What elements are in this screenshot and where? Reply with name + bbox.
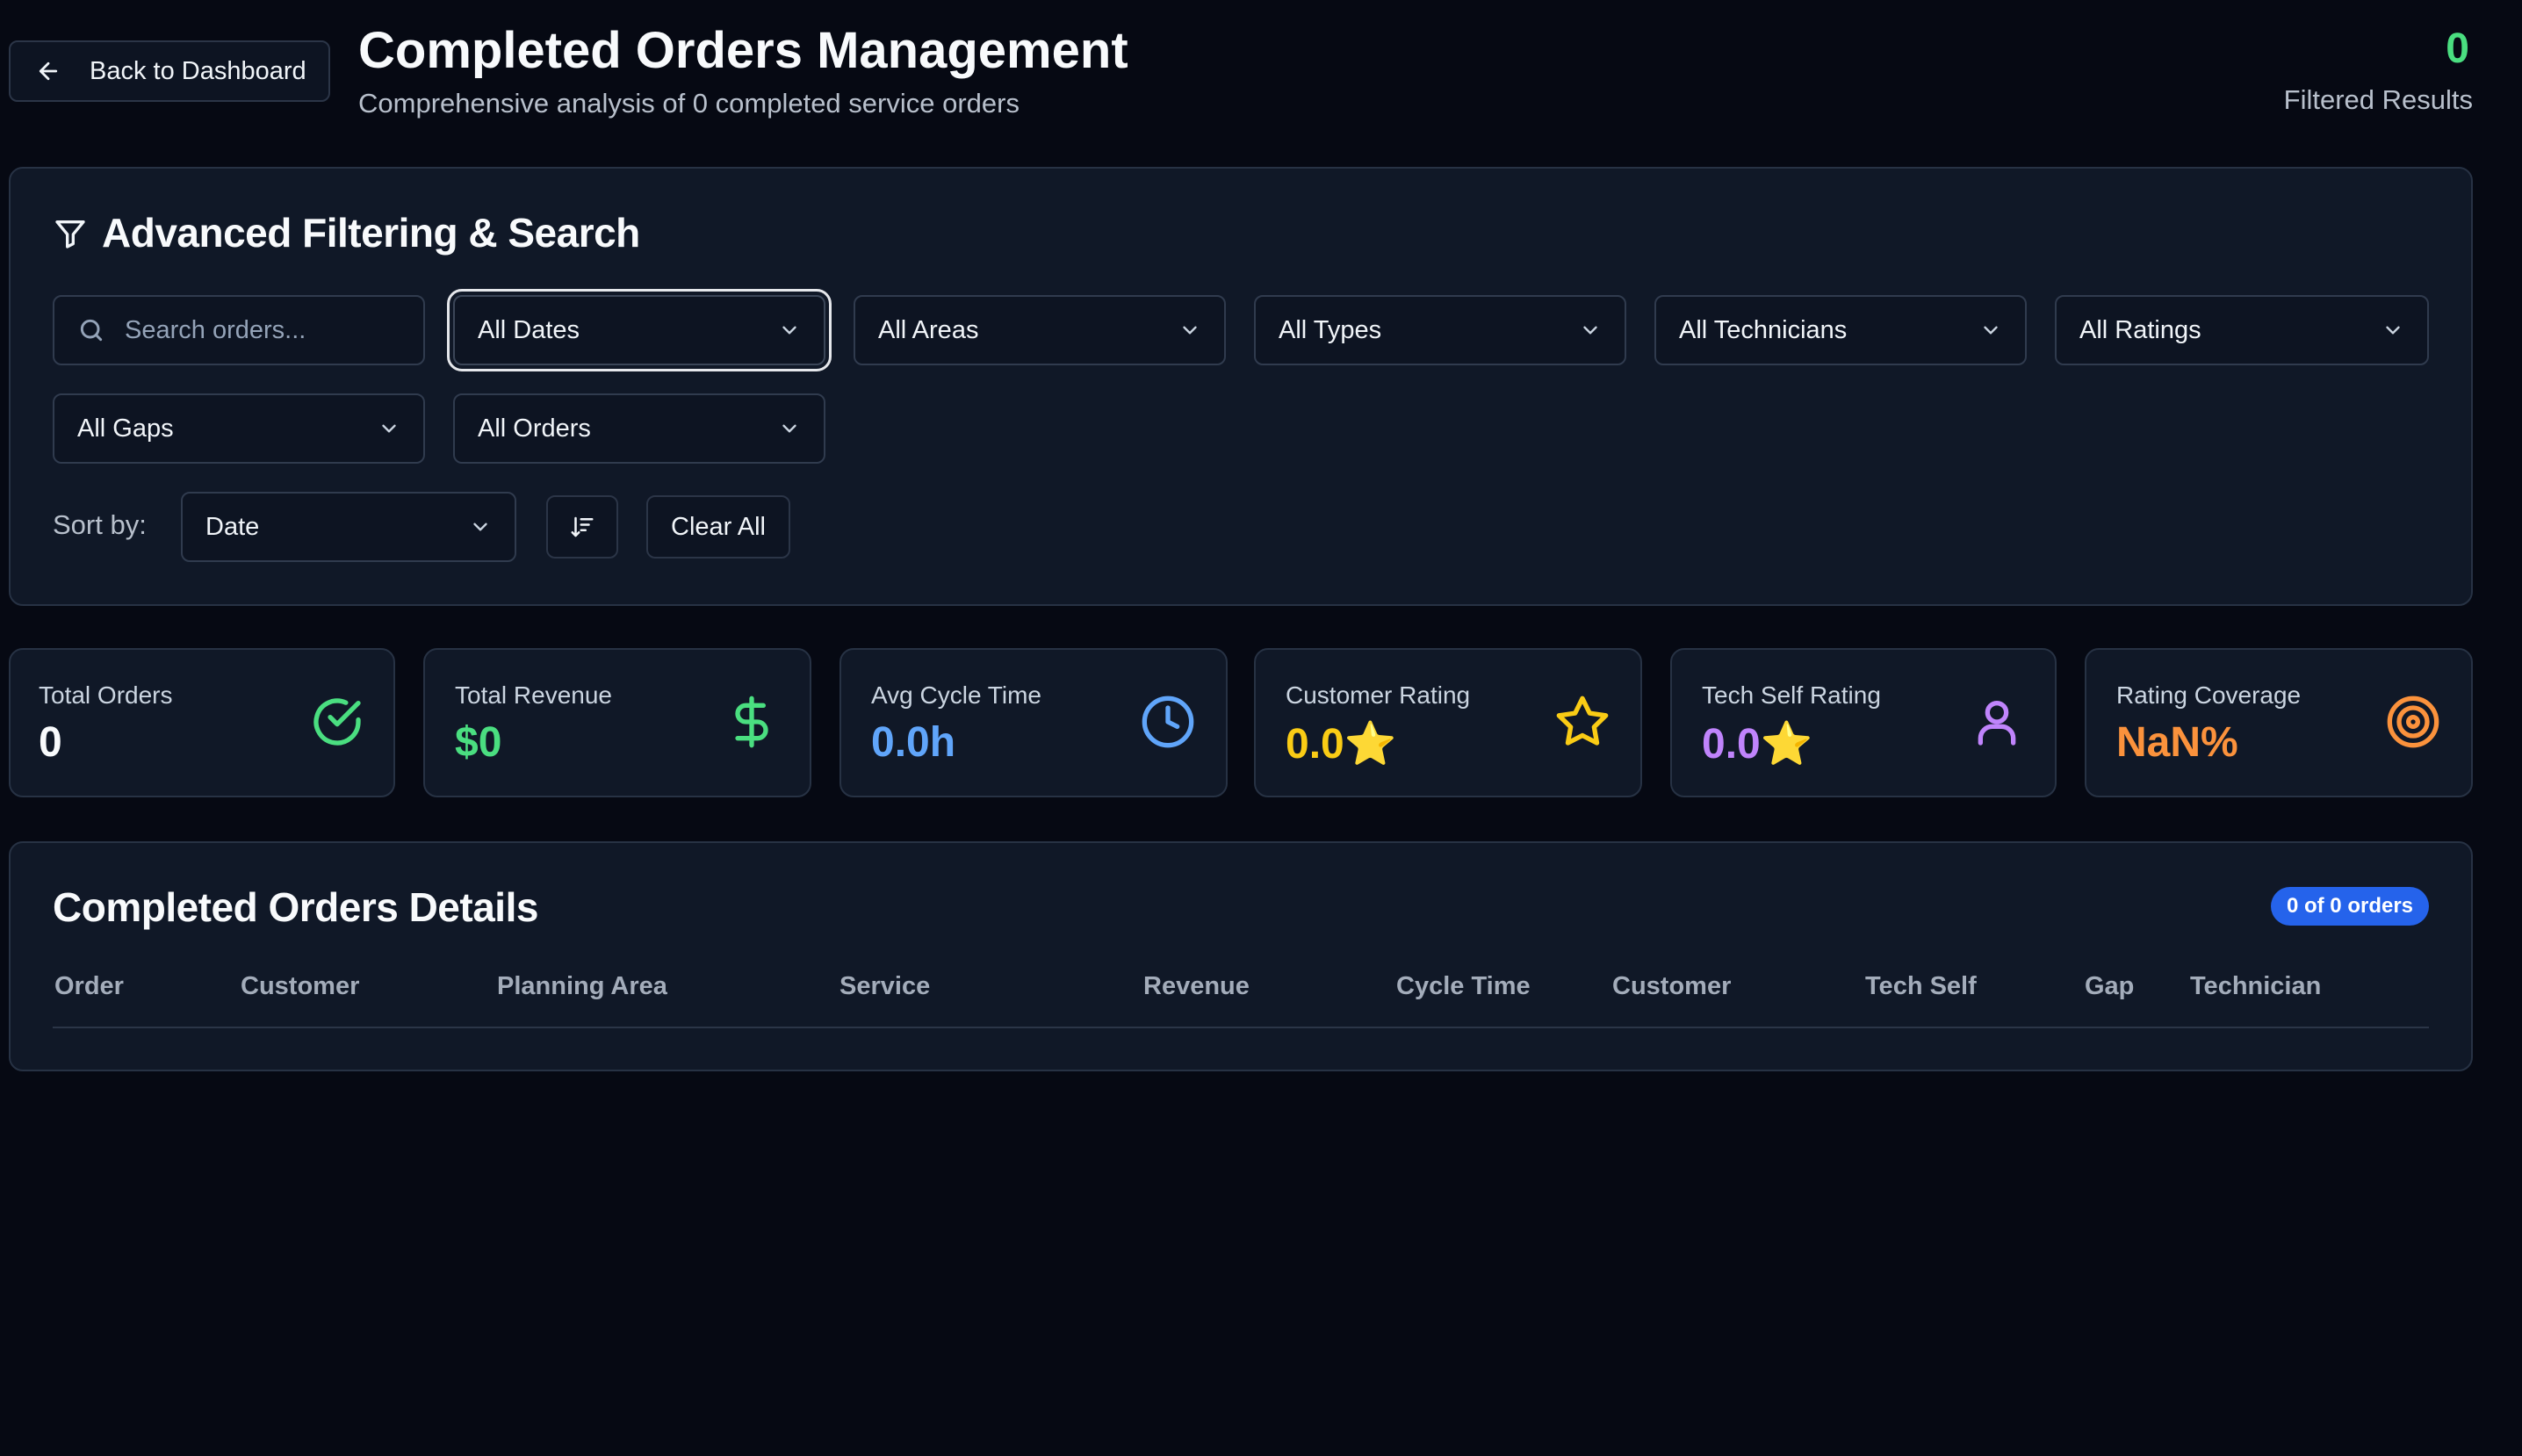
orders-select[interactable]: All Orders xyxy=(453,393,825,464)
page-title: Completed Orders Management xyxy=(358,22,1128,79)
column-header-revenue: Revenue xyxy=(1143,972,1250,1000)
ratings-select-value: All Ratings xyxy=(2079,315,2201,344)
dates-select-value: All Dates xyxy=(478,315,580,344)
column-header-gap: Gap xyxy=(2085,972,2135,1000)
gaps-select-value: All Gaps xyxy=(77,414,174,443)
stat-label: Total Orders xyxy=(39,681,173,709)
sort-descending-icon xyxy=(569,514,595,540)
stat-card-avg-cycle-time: Avg Cycle Time 0.0h xyxy=(839,648,1228,797)
table-title: Completed Orders Details xyxy=(53,884,538,930)
sort-select[interactable]: Date xyxy=(181,492,516,562)
chevron-down-icon xyxy=(378,417,400,440)
stat-label: Customer Rating xyxy=(1286,681,1471,709)
clear-all-button[interactable]: Clear All xyxy=(646,495,790,559)
chevron-down-icon xyxy=(469,515,492,538)
table-header-divider xyxy=(53,1027,2429,1028)
stat-label: Tech Self Rating xyxy=(1702,681,1881,709)
ratings-select[interactable]: All Ratings xyxy=(2055,295,2429,365)
star-icon xyxy=(1554,694,1610,750)
filter-panel-title: Advanced Filtering & Search xyxy=(102,210,640,256)
stat-value: 0.0⭐ xyxy=(1286,721,1397,768)
sort-direction-button[interactable] xyxy=(546,495,618,559)
column-header-technician: Technician xyxy=(2190,972,2322,1000)
column-header-planning-area: Planning Area xyxy=(497,972,667,1000)
filter-icon xyxy=(53,216,88,251)
stat-card-customer-rating: Customer Rating 0.0⭐ xyxy=(1254,648,1642,797)
chevron-down-icon xyxy=(778,319,801,342)
technicians-select[interactable]: All Technicians xyxy=(1654,295,2027,365)
column-header-customer: Customer xyxy=(241,972,360,1000)
filtered-results-label: Filtered Results xyxy=(2283,84,2473,115)
sort-by-label: Sort by: xyxy=(53,509,147,540)
column-header-service: Service xyxy=(839,972,931,1000)
types-select-value: All Types xyxy=(1279,315,1382,344)
column-header-cycle-time: Cycle Time xyxy=(1396,972,1531,1000)
column-header-order: Order xyxy=(54,972,124,1000)
check-circle-icon xyxy=(309,694,365,750)
stat-value: 0.0h xyxy=(871,719,956,766)
filtered-results-count: 0 xyxy=(2446,25,2469,72)
technicians-select-value: All Technicians xyxy=(1679,315,1848,344)
dates-select[interactable]: All Dates xyxy=(447,289,832,371)
stat-value: 0.0⭐ xyxy=(1702,721,1813,768)
stat-card-rating-coverage: Rating Coverage NaN% xyxy=(2085,648,2473,797)
stat-label: Rating Coverage xyxy=(2116,681,2302,709)
chevron-down-icon xyxy=(2381,319,2404,342)
stat-label: Avg Cycle Time xyxy=(871,681,1041,709)
areas-select[interactable]: All Areas xyxy=(854,295,1226,365)
dollar-icon xyxy=(724,694,780,750)
clock-icon xyxy=(1140,694,1196,750)
chevron-down-icon xyxy=(1979,319,2002,342)
search-placeholder: Search orders... xyxy=(125,315,306,344)
orders-count-badge: 0 of 0 orders xyxy=(2271,887,2429,926)
stat-card-tech-self-rating: Tech Self Rating 0.0⭐ xyxy=(1670,648,2057,797)
chevron-down-icon xyxy=(778,417,801,440)
page-subtitle: Comprehensive analysis of 0 completed se… xyxy=(358,88,1020,119)
column-header-customer-rating: Customer xyxy=(1612,972,1732,1000)
back-button-label: Back to Dashboard xyxy=(90,56,306,85)
target-icon xyxy=(2385,694,2441,750)
column-header-tech-self: Tech Self xyxy=(1865,972,1977,1000)
orders-table-panel xyxy=(9,841,2473,1071)
gaps-select[interactable]: All Gaps xyxy=(53,393,425,464)
chevron-down-icon xyxy=(1178,319,1201,342)
sort-select-value: Date xyxy=(205,512,260,541)
stat-value: NaN% xyxy=(2116,719,2238,766)
stat-card-total-orders: Total Orders 0 xyxy=(9,648,395,797)
orders-select-value: All Orders xyxy=(478,414,591,443)
search-input[interactable]: Search orders... xyxy=(53,295,425,365)
user-icon xyxy=(1969,694,2025,750)
chevron-down-icon xyxy=(1579,319,1602,342)
stat-value: 0 xyxy=(39,719,62,766)
types-select[interactable]: All Types xyxy=(1254,295,1626,365)
stat-value: $0 xyxy=(455,719,502,766)
stat-label: Total Revenue xyxy=(455,681,613,709)
search-icon xyxy=(77,316,105,344)
stat-card-total-revenue: Total Revenue $0 xyxy=(423,648,811,797)
arrow-left-icon xyxy=(35,58,61,84)
back-to-dashboard-button[interactable]: Back to Dashboard xyxy=(9,40,330,102)
areas-select-value: All Areas xyxy=(878,315,979,344)
